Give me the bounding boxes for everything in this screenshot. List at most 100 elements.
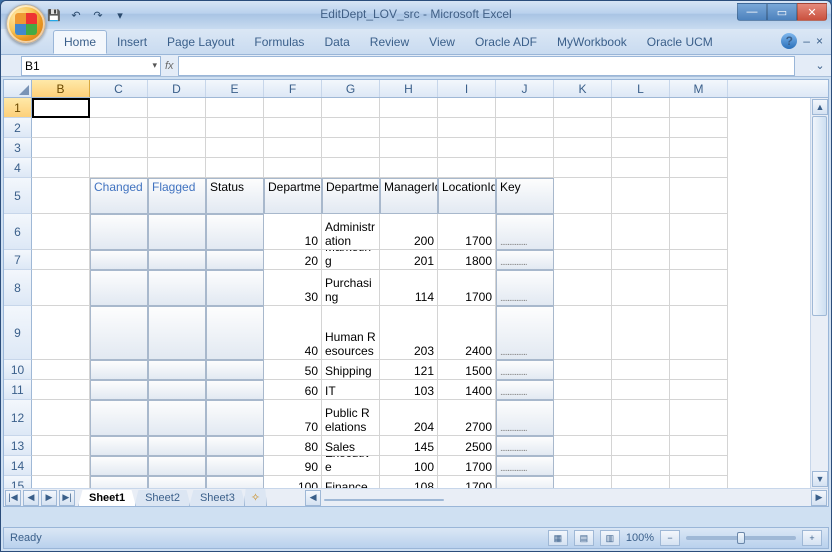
header-key[interactable]: Key [496,178,554,214]
column-header[interactable]: H [380,80,438,97]
cell-manager-id[interactable]: 100 [380,456,438,476]
cell-status[interactable] [206,400,264,436]
row-header[interactable]: 7 [4,250,32,270]
column-header[interactable]: M [670,80,728,97]
tab-review[interactable]: Review [360,31,419,53]
sheet-next-button[interactable]: ▶ [41,490,57,506]
scroll-up-button[interactable]: ▲ [812,99,828,115]
cell-status[interactable] [206,270,264,306]
cell-key[interactable]: ............... [496,306,554,360]
cell[interactable] [32,270,90,306]
scroll-left-button[interactable]: ◀ [305,490,321,506]
header-status[interactable]: Status [206,178,264,214]
row-header[interactable]: 4 [4,158,32,178]
column-header[interactable]: E [206,80,264,97]
cell[interactable] [148,118,206,138]
cell-status[interactable] [206,360,264,380]
cell[interactable] [670,476,728,488]
cell[interactable] [554,250,612,270]
column-header[interactable]: J [496,80,554,97]
cell[interactable] [554,456,612,476]
header-location-id[interactable]: LocationId [438,178,496,214]
row-header[interactable]: 1 [4,98,32,118]
cell[interactable] [496,98,554,118]
cell-location-id[interactable]: 1500 [438,360,496,380]
cell-location-id[interactable]: 1700 [438,214,496,250]
view-page-break-button[interactable]: ▥ [600,530,620,546]
cell[interactable] [554,158,612,178]
row-header[interactable]: 5 [4,178,32,214]
header-department-id[interactable]: DepartmentId [264,178,322,214]
cell-department-name[interactable]: Human Resources [322,306,380,360]
row-header[interactable]: 9 [4,306,32,360]
cell[interactable] [612,250,670,270]
cell-department-name[interactable]: Sales [322,436,380,456]
vertical-scrollbar[interactable]: ▲ ▼ [810,98,828,488]
maximize-button[interactable]: ▭ [767,3,797,21]
zoom-slider-handle[interactable] [737,532,745,544]
cell-department-id[interactable]: 60 [264,380,322,400]
cell[interactable] [670,306,728,360]
view-page-layout-button[interactable]: ▤ [574,530,594,546]
cell-department-name[interactable]: Public Relations [322,400,380,436]
cell[interactable] [496,158,554,178]
cell[interactable] [670,98,728,118]
cell[interactable] [322,138,380,158]
zoom-in-button[interactable]: + [802,530,822,546]
fx-button[interactable]: fx [165,60,174,72]
cell[interactable] [264,158,322,178]
cell-status[interactable] [206,214,264,250]
cell[interactable] [206,158,264,178]
cell-department-id[interactable]: 40 [264,306,322,360]
cell[interactable] [496,138,554,158]
cell-changed[interactable] [90,400,148,436]
tab-data[interactable]: Data [314,31,359,53]
cell-changed[interactable] [90,214,148,250]
cell[interactable] [554,306,612,360]
cell-department-id[interactable]: 90 [264,456,322,476]
cell-department-id[interactable]: 80 [264,436,322,456]
cell-key[interactable]: ............... [496,436,554,456]
name-box-dropdown-icon[interactable]: ▾ [152,60,157,71]
tab-formulas[interactable]: Formulas [244,31,314,53]
cell-location-id[interactable]: 2700 [438,400,496,436]
redo-button[interactable]: ↷ [89,6,107,24]
sheet-tab[interactable]: Sheet2 [134,490,191,507]
scroll-down-button[interactable]: ▼ [812,471,828,487]
cell[interactable] [554,138,612,158]
column-header[interactable]: L [612,80,670,97]
tab-oracle-adf[interactable]: Oracle ADF [465,31,547,53]
grid-body[interactable]: 1 2 3 4 5 Changed Flagged Status Departm… [4,98,810,488]
zoom-level[interactable]: 100% [626,532,654,544]
cell[interactable] [264,138,322,158]
cell[interactable] [32,456,90,476]
row-header[interactable]: 8 [4,270,32,306]
cell-location-id[interactable]: 1700 [438,476,496,488]
cell[interactable] [612,214,670,250]
cell[interactable] [554,118,612,138]
cell[interactable] [32,214,90,250]
column-header[interactable]: D [148,80,206,97]
cell[interactable] [380,118,438,138]
cell-manager-id[interactable]: 103 [380,380,438,400]
cell-flagged[interactable] [148,306,206,360]
cell[interactable] [32,360,90,380]
row-header[interactable]: 2 [4,118,32,138]
cell[interactable] [612,456,670,476]
cell-key[interactable]: ............... [496,270,554,306]
row-header[interactable]: 10 [4,360,32,380]
sheet-last-button[interactable]: ▶| [59,490,75,506]
cell[interactable] [32,476,90,488]
sheet-tab[interactable]: Sheet3 [189,490,246,507]
office-button[interactable] [6,4,46,44]
cell-department-name[interactable]: IT [322,380,380,400]
cell-department-id[interactable]: 20 [264,250,322,270]
column-header[interactable]: G [322,80,380,97]
cell[interactable] [612,400,670,436]
cell[interactable] [612,158,670,178]
minimize-button[interactable]: — [737,3,767,21]
cell[interactable] [554,476,612,488]
header-flagged[interactable]: Flagged [148,178,206,214]
tab-insert[interactable]: Insert [107,31,157,53]
row-header[interactable]: 15 [4,476,32,488]
